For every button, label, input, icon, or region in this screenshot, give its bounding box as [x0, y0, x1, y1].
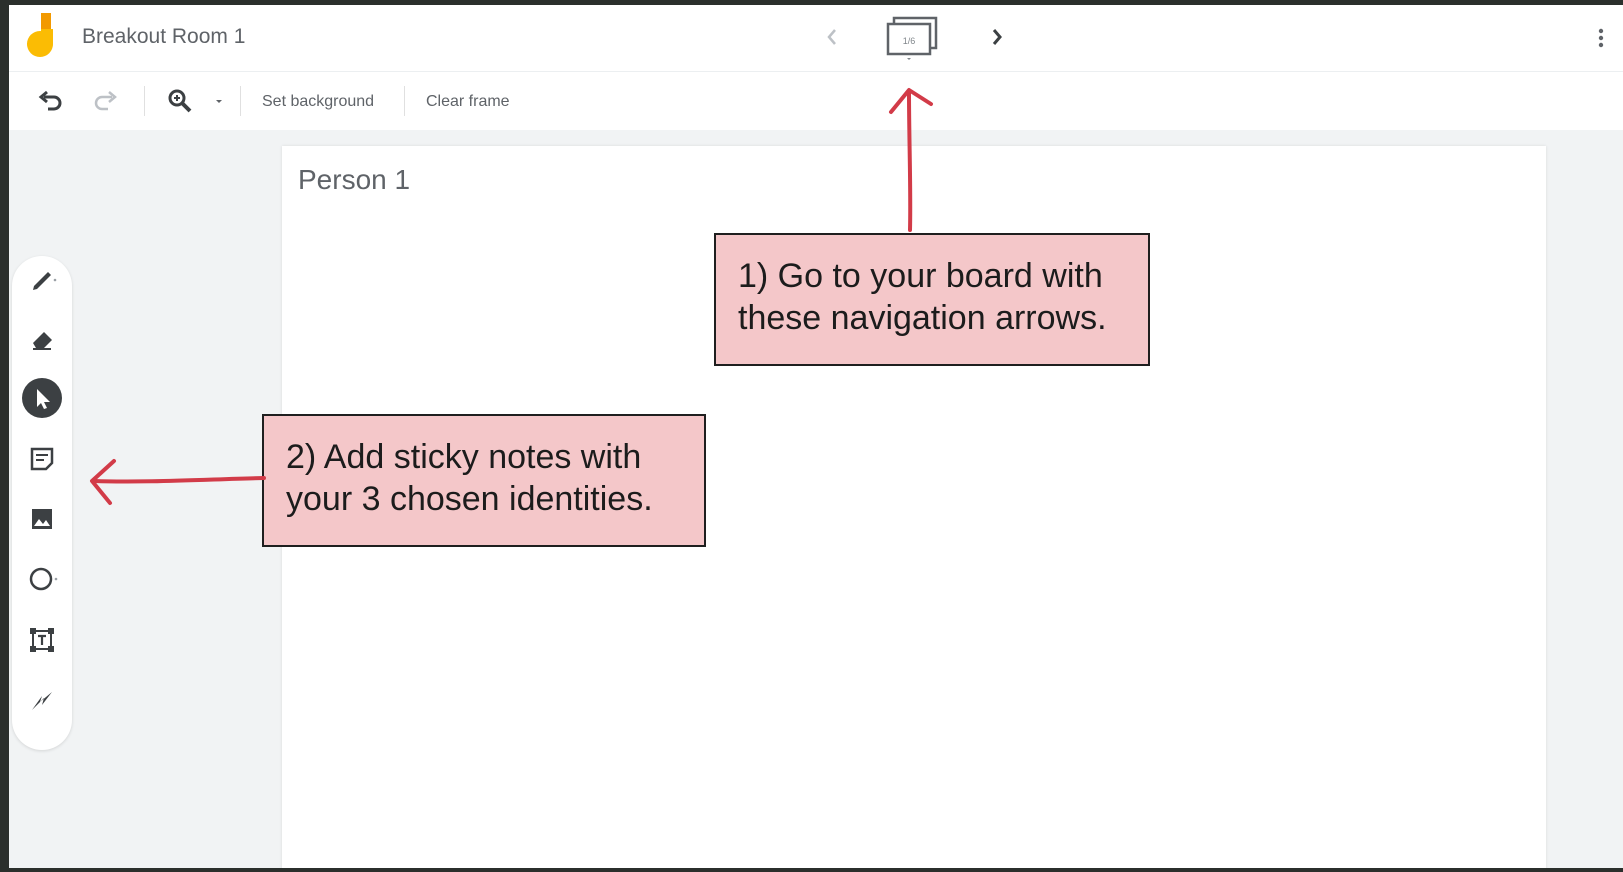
circle-icon[interactable]: [22, 559, 62, 599]
toolbar-divider: [240, 86, 241, 116]
drawing-tools-panel: [12, 256, 72, 750]
zoom-icon[interactable]: [165, 86, 195, 116]
set-background-button[interactable]: Set background: [262, 93, 374, 111]
image-icon[interactable]: [22, 499, 62, 539]
select-tool-active[interactable]: [22, 378, 62, 418]
pen-icon[interactable]: [22, 258, 62, 298]
board-title[interactable]: Breakout Room 1: [82, 25, 245, 49]
select-icon: [37, 389, 50, 409]
toolbar-divider: [404, 86, 405, 116]
chevron-left-icon[interactable]: [821, 23, 843, 51]
frame-bar-button[interactable]: 1/6: [879, 14, 949, 66]
frame-counter: 1/6: [903, 36, 916, 46]
chevron-right-icon[interactable]: [986, 23, 1008, 51]
toolbar-divider: [144, 86, 145, 116]
text-box-icon[interactable]: [22, 620, 62, 660]
left-arrow-annotation: [90, 459, 266, 505]
board-toolbar: Set background Clear frame: [9, 71, 1623, 130]
laser-icon[interactable]: [22, 680, 62, 720]
instruction-callout-2: 2) Add sticky notes with your 3 chosen i…: [262, 414, 706, 547]
redo-icon[interactable]: [91, 86, 121, 116]
jamboard-app: Breakout Room 1 1/6 Set background Clear…: [9, 5, 1623, 868]
clear-frame-button[interactable]: Clear frame: [426, 93, 510, 111]
undo-icon[interactable]: [35, 86, 65, 116]
app-header: Breakout Room 1 1/6: [9, 5, 1623, 71]
eraser-icon[interactable]: [22, 318, 62, 358]
jamboard-logo[interactable]: [23, 13, 61, 61]
frame-bar-icon: 1/6: [886, 16, 938, 60]
instruction-callout-1: 1) Go to your board with these navigatio…: [714, 233, 1150, 366]
more-vert-icon[interactable]: [1593, 23, 1609, 53]
sticky-note-icon[interactable]: [22, 439, 62, 479]
frame-title[interactable]: Person 1: [298, 164, 410, 196]
zoom-dropdown-icon[interactable]: [209, 86, 229, 116]
